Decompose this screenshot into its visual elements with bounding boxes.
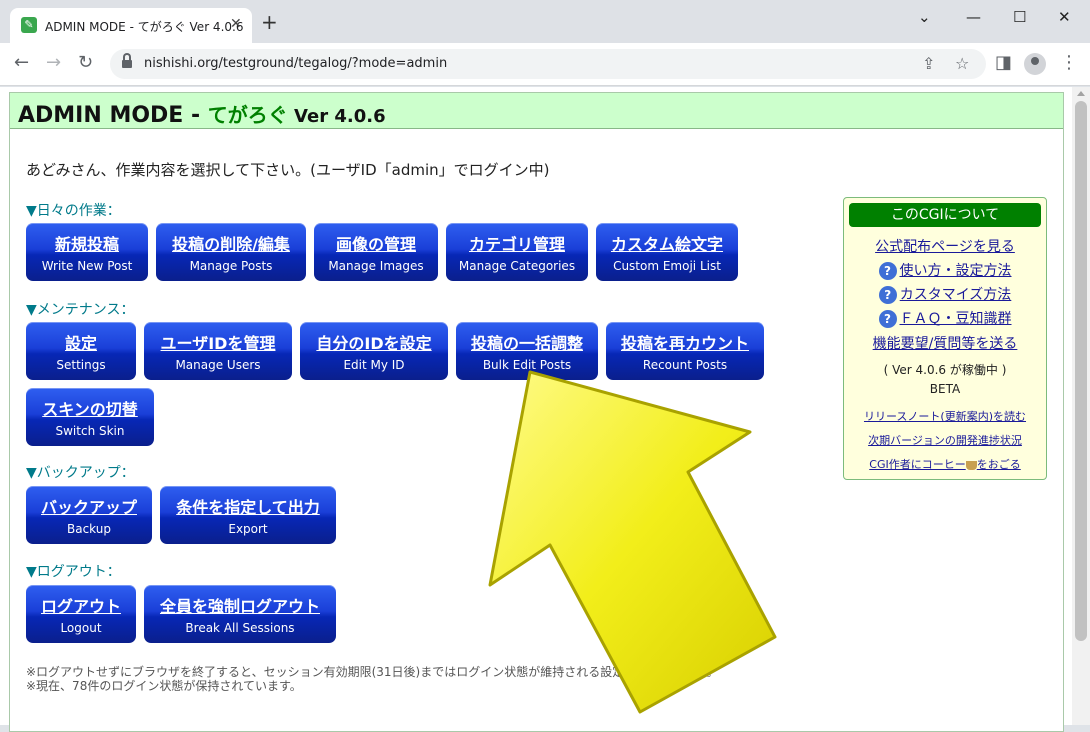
tab-strip: ✎ ADMIN MODE - てがろぐ Ver 4.0.6 ✕ + ⌄ — ☐ …	[0, 0, 1090, 43]
browser-tab[interactable]: ✎ ADMIN MODE - てがろぐ Ver 4.0.6 ✕	[10, 8, 252, 43]
url-text: nishishi.org/testground/tegalog/?mode=ad…	[144, 56, 448, 71]
tab-title: ADMIN MODE - てがろぐ Ver 4.0.6	[45, 20, 244, 34]
lock-icon	[122, 53, 132, 69]
new-tab-button[interactable]: +	[261, 12, 278, 32]
scroll-thumb[interactable]	[1075, 101, 1087, 641]
reload-icon[interactable]: ↻	[78, 53, 93, 73]
maximize-button[interactable]: ☐	[1013, 8, 1026, 26]
address-bar[interactable]: nishishi.org/testground/tegalog/?mode=ad…	[110, 49, 986, 79]
side-panel-icon[interactable]: ◨	[995, 53, 1012, 73]
arrow-left-icon[interactable]: ←	[14, 53, 29, 73]
profile-icon[interactable]	[1024, 53, 1046, 75]
share-icon[interactable]: ⇪	[922, 54, 935, 73]
star-icon[interactable]: ☆	[955, 54, 969, 73]
scrollbar[interactable]	[1072, 87, 1090, 725]
page-viewport: ADMIN MODE - てがろぐ Ver 4.0.6 あどみさん、作業内容を選…	[0, 87, 1072, 732]
favicon-icon: ✎	[21, 17, 37, 33]
yellow-arrow-icon	[488, 370, 777, 714]
kebab-menu-icon[interactable]: ⋮	[1060, 53, 1078, 73]
scroll-up-icon[interactable]	[1077, 91, 1085, 96]
close-window-button[interactable]: ✕	[1058, 8, 1071, 26]
chevron-down-icon[interactable]: ⌄	[918, 8, 931, 26]
browser-toolbar: ← → ↻ nishishi.org/testground/tegalog/?m…	[0, 43, 1090, 86]
close-tab-icon[interactable]: ✕	[230, 16, 242, 32]
arrow-right-icon[interactable]: →	[46, 53, 61, 73]
arrow-shape	[488, 370, 777, 714]
minimize-button[interactable]: —	[966, 8, 981, 26]
